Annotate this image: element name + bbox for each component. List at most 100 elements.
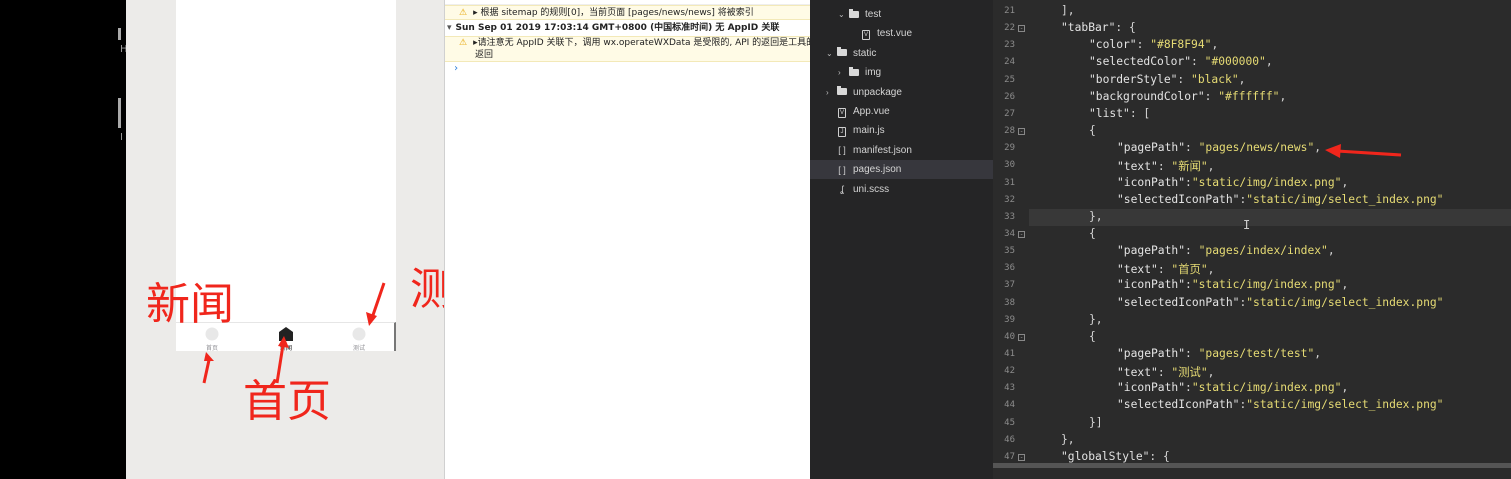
fold-toggle-icon[interactable]: -: [1018, 333, 1025, 341]
line-number: 39: [1004, 314, 1015, 325]
code-line[interactable]: "pagePath": "pages/news/news",: [1117, 141, 1321, 154]
fold-toggle-icon[interactable]: -: [1018, 230, 1025, 238]
console-prompt[interactable]: ›: [453, 63, 459, 74]
scss-file-icon: ʆ: [840, 184, 844, 195]
chevron-right-icon[interactable]: ›: [826, 88, 836, 97]
json-file-icon: [ ]: [838, 164, 846, 175]
arrow-home: [275, 344, 285, 384]
horizontal-scrollbar[interactable]: [993, 463, 1511, 468]
chevron-down-icon[interactable]: ⌄: [826, 49, 836, 58]
code-line[interactable]: "iconPath":"static/img/index.png",: [1117, 381, 1348, 394]
explorer-item-label: img: [865, 67, 882, 79]
explorer-item-label: pages.json: [853, 164, 902, 176]
code-line[interactable]: }]: [1089, 416, 1103, 429]
folder-icon: [848, 8, 860, 20]
warning-icon: ⚠: [459, 38, 468, 48]
vue-file-icon: V: [838, 107, 846, 118]
line-number: 27: [1004, 108, 1015, 119]
explorer-item[interactable]: › unpackage: [810, 83, 993, 102]
line-number: 38: [1004, 297, 1015, 308]
explorer-item[interactable]: [ ] pages.json: [810, 160, 993, 180]
arrow-test: [370, 282, 386, 319]
line-number: 37: [1004, 280, 1015, 291]
explorer-item[interactable]: ʆ uni.scss: [810, 180, 993, 199]
strip-tick: [118, 98, 121, 128]
json-file-icon: [ ]: [838, 145, 846, 156]
code-line[interactable]: {: [1089, 227, 1096, 240]
code-line[interactable]: },: [1089, 210, 1103, 223]
code-line[interactable]: "selectedColor": "#000000",: [1089, 55, 1273, 68]
console-warning-line[interactable]: ⚠ ▸请注意无 AppID 关联下，调用 wx.operateWXData 是受限…: [445, 36, 810, 62]
line-number: 36: [1004, 263, 1015, 274]
vue-file-icon: V: [862, 29, 870, 40]
code-line[interactable]: "selectedIconPath":"static/img/select_in…: [1117, 296, 1444, 309]
code-line[interactable]: "pagePath": "pages/test/test",: [1117, 347, 1321, 360]
code-line[interactable]: "pagePath": "pages/index/index",: [1117, 244, 1335, 257]
code-line[interactable]: "text": "首页",: [1117, 261, 1214, 277]
console-group-header[interactable]: ▾ Sun Sep 01 2019 17:03:14 GMT+0800 (中国标准…: [445, 21, 810, 35]
arrow-news: [202, 359, 211, 384]
code-line[interactable]: "color": "#8F8F94",: [1089, 38, 1218, 51]
line-number: 46: [1004, 434, 1015, 445]
explorer-item-label: uni.scss: [853, 183, 890, 195]
code-line[interactable]: "borderStyle": "black",: [1089, 73, 1245, 86]
explorer-item-label: unpackage: [853, 86, 902, 98]
explorer-item[interactable]: [ ] manifest.json: [810, 141, 993, 160]
line-number: 42: [1004, 366, 1015, 377]
line-number: 35: [1004, 246, 1015, 257]
code-line[interactable]: {: [1089, 124, 1096, 137]
line-number: 33: [1004, 211, 1015, 222]
explorer-item-label: static: [853, 47, 877, 59]
code-line[interactable]: },: [1061, 433, 1075, 446]
strip-tick: [118, 28, 121, 40]
fold-toggle-icon[interactable]: -: [1018, 25, 1025, 33]
line-number: 40: [1004, 331, 1015, 342]
code-editor[interactable]: 21 22-23 24 25 26 27 28-29 30 31 32 33 34-35 36 37 38 3…: [993, 0, 1511, 479]
code-line[interactable]: "globalStyle": {: [1061, 450, 1170, 463]
line-number: 21: [1004, 6, 1015, 16]
explorer-item[interactable]: Jmain.js: [810, 121, 993, 140]
line-number: 28: [1004, 126, 1015, 137]
code-line[interactable]: "selectedIconPath":"static/img/select_in…: [1117, 193, 1444, 206]
annotation-arrows: [202, 282, 386, 384]
code-line[interactable]: },: [1089, 313, 1103, 326]
chevron-down-icon[interactable]: ⌄: [838, 10, 848, 19]
fold-toggle-icon[interactable]: -: [1018, 453, 1025, 461]
console-warning-line[interactable]: ⚠ ▸ 根据 sitemap 的规则[0]，当前页面 [pages/news/ne…: [445, 5, 810, 20]
line-number: 29: [1004, 143, 1015, 154]
warning-icon: ⚠: [459, 8, 468, 18]
text-cursor-icon: I: [1243, 218, 1251, 232]
line-number: 34: [1004, 228, 1015, 239]
explorer-item[interactable]: V App.vue: [810, 102, 993, 121]
explorer-item[interactable]: ⌄ test: [810, 5, 993, 24]
explorer-item[interactable]: ⌄ static: [810, 44, 993, 63]
line-number: 41: [1004, 349, 1015, 359]
folder-icon: [836, 47, 848, 58]
explorer-item[interactable]: › img: [810, 63, 993, 82]
explorer-item-label: App.vue: [853, 106, 890, 117]
explorer-item-label: test: [865, 9, 882, 20]
code-line[interactable]: "text": "测试",: [1117, 364, 1214, 380]
left-desktop-strip: H I: [0, 0, 128, 479]
code-line[interactable]: ],: [1061, 4, 1075, 17]
explorer-item-label: manifest.json: [853, 144, 912, 156]
fold-toggle-icon[interactable]: -: [1018, 128, 1025, 136]
line-number-gutter: 21 22-23 24 25 26 27 28-29 30 31 32 33 34-35 36 37 38 3…: [993, 0, 1029, 479]
chevron-right-icon[interactable]: ›: [838, 68, 848, 77]
code-line[interactable]: "iconPath":"static/img/index.png",: [1117, 176, 1348, 189]
explorer-item[interactable]: Vtest.vue: [810, 24, 993, 43]
line-number: 25: [1004, 74, 1015, 85]
line-number: 45: [1004, 417, 1015, 428]
code-line[interactable]: "list": [: [1089, 107, 1150, 120]
line-number: 26: [1004, 91, 1015, 102]
code-line[interactable]: "iconPath":"static/img/index.png",: [1117, 278, 1348, 291]
code-line[interactable]: "selectedIconPath":"static/img/select_in…: [1117, 398, 1444, 411]
explorer-item-label: test.vue: [877, 28, 913, 40]
code-line[interactable]: "text": "新闻",: [1117, 158, 1214, 174]
code-line[interactable]: {: [1089, 330, 1096, 343]
debug-console: ⚠ ▸ 根据 sitemap 的规则[0]，当前页面 [pages/news/ne…: [444, 0, 810, 479]
code-line[interactable]: "tabBar": {: [1061, 21, 1136, 34]
line-number: 24: [1004, 57, 1015, 68]
code-line[interactable]: "backgroundColor": "#ffffff",: [1089, 90, 1286, 103]
line-number: 31: [1004, 177, 1015, 188]
